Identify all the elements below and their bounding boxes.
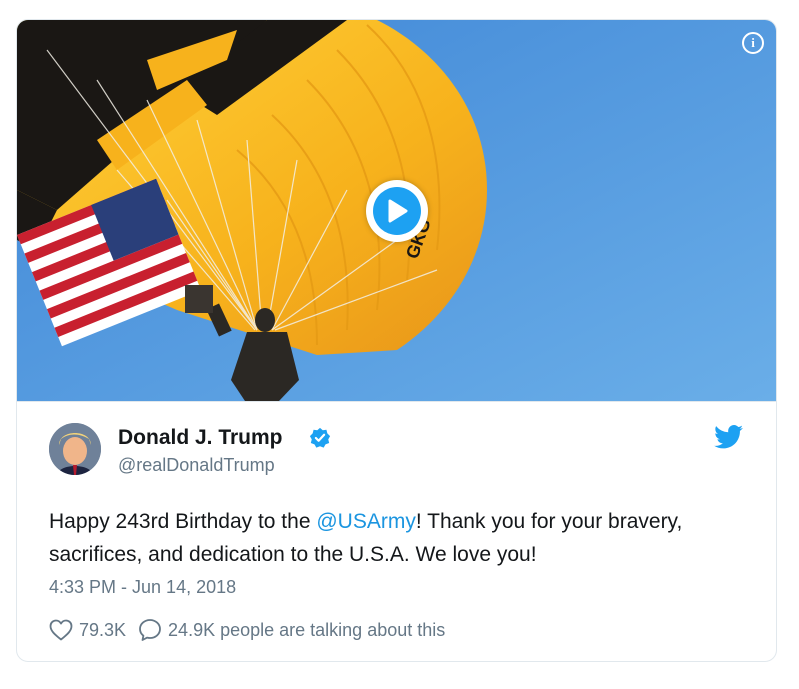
- tweet-actions: 79.3K 24.9K people are talking about thi…: [49, 618, 445, 642]
- speech-bubble-icon: [139, 619, 161, 641]
- play-button[interactable]: [366, 180, 428, 242]
- conversation-text: 24.9K people are talking about this: [168, 619, 446, 640]
- tweet-text: Happy 243rd Birthday to the @USArmy! Tha…: [49, 510, 683, 566]
- info-icon[interactable]: i: [742, 32, 764, 54]
- tweet-timestamp[interactable]: 4:33 PM - Jun 14, 2018: [49, 577, 236, 598]
- avatar[interactable]: [49, 423, 101, 475]
- verified-badge-icon: [309, 427, 331, 448]
- embedded-tweet-card[interactable]: GKG i Donald J. Trump @realDonaldTrump H…: [16, 19, 777, 662]
- reply-button[interactable]: 24.9K people are talking about this: [138, 618, 445, 642]
- author-handle[interactable]: @realDonaldTrump: [118, 455, 275, 476]
- like-count: 79.3K: [79, 619, 127, 640]
- author-name[interactable]: Donald J. Trump: [118, 426, 283, 450]
- heart-icon: [49, 619, 73, 641]
- like-button[interactable]: 79.3K: [49, 619, 126, 641]
- media-divider: [17, 401, 776, 402]
- twitter-bird-icon[interactable]: [714, 425, 744, 449]
- mention-link[interactable]: @USArmy: [316, 510, 415, 533]
- play-icon: [388, 199, 408, 223]
- video-thumbnail[interactable]: GKG i: [17, 20, 776, 401]
